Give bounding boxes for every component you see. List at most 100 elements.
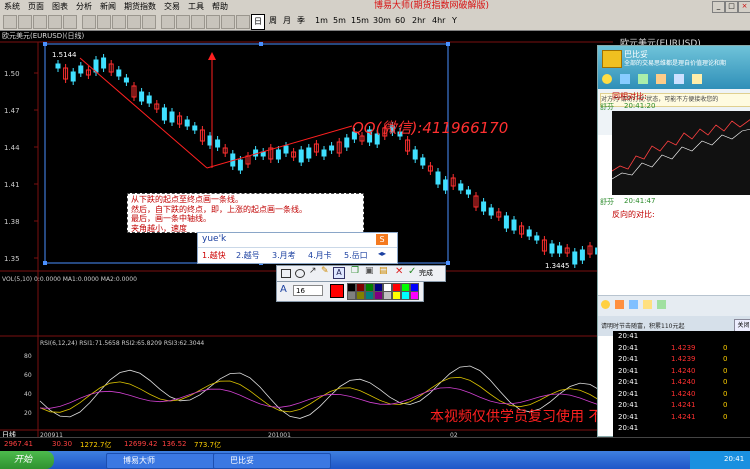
chat-time: 20:41:47	[624, 197, 656, 205]
tick-row: 20:41	[613, 423, 750, 434]
candle-body	[321, 149, 327, 157]
candle-body	[306, 147, 312, 159]
ime-candidate[interactable]: 1.越快	[202, 250, 226, 261]
tick-row: 20:41 1.4239 0	[613, 354, 750, 365]
rectangle-tool-icon[interactable]	[281, 269, 291, 278]
ime-candidate-window: yue'k S 1.越快 2.越号 3.月考 4.月卡 5.岳口 ◂▸	[197, 232, 398, 264]
ime-candidate[interactable]: 5.岳口	[344, 250, 368, 261]
chat-message-text: 同相对比:	[612, 92, 647, 101]
font-icon: A	[280, 284, 287, 295]
shared-chart-image[interactable]	[612, 111, 750, 195]
candle-body	[55, 63, 61, 69]
y-tick-label: 1.50	[4, 70, 20, 78]
chat-time: 20:41:20	[624, 102, 656, 110]
color-swatch[interactable]	[410, 291, 419, 300]
ellipse-tool-icon[interactable]	[295, 269, 305, 278]
current-color-swatch[interactable]	[330, 284, 344, 298]
rsi3-line	[39, 387, 611, 409]
tick-cell: 20:41	[618, 378, 639, 386]
paste-icon[interactable]: ▣	[365, 266, 374, 276]
candle-body	[283, 145, 289, 154]
color-swatch[interactable]	[347, 291, 356, 300]
task-button[interactable]: 博易大师	[106, 453, 224, 469]
status-change: 30.30	[52, 440, 73, 448]
color-swatch[interactable]	[392, 291, 401, 300]
status-turnover: 1272.7亿	[80, 441, 112, 449]
tick-row: 20:41 1.4241 0	[613, 412, 750, 423]
y-tick-label: 1.44	[4, 144, 20, 152]
file-icon[interactable]	[638, 74, 648, 84]
tick-cell: 0	[723, 355, 728, 363]
color-swatch[interactable]	[374, 291, 383, 300]
done-button[interactable]: 完成	[419, 268, 433, 278]
tick-table: 20:41 20:41 1.4239 0 20:41 1.4239 0 20:41 1.4240…	[613, 331, 750, 437]
color-palette	[347, 283, 421, 300]
voice-icon[interactable]	[620, 74, 630, 84]
ime-candidate[interactable]: 2.越号	[236, 250, 260, 261]
music-icon[interactable]	[657, 300, 666, 309]
tick-row: 20:41 1.4240 0	[613, 377, 750, 388]
screenshot-icon[interactable]	[643, 300, 652, 309]
video-icon[interactable]	[602, 74, 612, 84]
remote-icon[interactable]	[656, 74, 666, 84]
chat-header: 巴比妥 全部的交易思维都是理自价值理论和期	[598, 46, 750, 89]
volume-indicator-label: VOL(5,10) 0:0.0000 MA1:0.0000 MA2:0.0000	[2, 276, 137, 283]
sogou-logo-icon: S	[376, 234, 388, 245]
copy-icon[interactable]: ❐	[351, 266, 359, 276]
save-icon[interactable]: ▤	[379, 266, 388, 276]
chat-subtitle: 全部的交易思维都是理自价值理论和期	[624, 60, 727, 67]
status-turnover: 773.7亿	[194, 441, 222, 449]
color-swatch[interactable]	[365, 291, 374, 300]
color-swatch[interactable]	[401, 291, 410, 300]
candle-body	[465, 189, 471, 195]
qq-watermark: QQ(微信):411966170	[352, 119, 508, 137]
candle-body	[237, 159, 243, 171]
chat-input-hint[interactable]: 请明时节击随富，积累110元起	[601, 321, 684, 330]
tick-cell: 20:41	[618, 343, 639, 352]
candle-body	[557, 245, 563, 254]
image-icon[interactable]	[629, 300, 638, 309]
rsi-tick-label: 60	[24, 372, 32, 379]
tick-cell: 1.4241	[671, 401, 696, 409]
text-tool-icon[interactable]: A	[333, 267, 345, 279]
candle-body	[481, 201, 487, 212]
ime-candidate[interactable]: 3.月考	[272, 250, 296, 261]
candle-body	[511, 219, 517, 231]
candle-body	[458, 183, 464, 191]
rsi-tick-label: 40	[24, 391, 32, 398]
candle-body	[488, 207, 494, 216]
tick-cell: 1.4240	[671, 366, 696, 375]
candle-body	[215, 139, 221, 148]
candle-body	[412, 149, 418, 160]
candle-body	[123, 77, 129, 83]
candle-body	[298, 149, 304, 163]
status-index: 2967.41	[4, 440, 33, 448]
tick-cell: 20:41	[618, 401, 639, 409]
candle-body	[503, 215, 509, 229]
candle-body	[192, 125, 198, 131]
color-swatch[interactable]	[383, 291, 392, 300]
cancel-icon[interactable]: ✕	[395, 266, 403, 277]
tick-cell: 20:41	[618, 366, 639, 375]
chat-sender: 舒芬	[600, 198, 614, 206]
group-icon[interactable]	[692, 74, 702, 84]
arrow-tool-icon[interactable]: ↗	[309, 266, 317, 276]
tick-row: 20:41 1.4239 0	[613, 343, 750, 354]
ime-candidate[interactable]: 4.月卡	[308, 250, 332, 261]
annotation-line: 然后，自下跌的终点，即，上涨的起点画一条线。	[131, 204, 307, 214]
arrow-head	[208, 52, 216, 60]
font-icon[interactable]	[615, 300, 624, 309]
pen-tool-icon[interactable]: ✎	[321, 266, 329, 276]
status-bar: 2967.41 30.30 1272.7亿 12699.42 136.52 77…	[0, 437, 750, 452]
ime-next-page-icon[interactable]: ◂▸	[378, 249, 386, 258]
emoji-icon[interactable]	[601, 300, 610, 309]
candle-body	[169, 111, 175, 123]
candle-body	[101, 57, 107, 69]
start-button[interactable]: 开始	[0, 451, 54, 469]
task-button[interactable]: 巴比妥	[213, 453, 331, 469]
app-icon[interactable]	[674, 74, 684, 84]
font-size-select[interactable]: 16	[293, 285, 323, 296]
annotation-textbox[interactable]: 从下跌的起点至终点画一条线。 然后，自下跌的终点，即，上涨的起点画一条线。 最后…	[127, 193, 364, 233]
color-swatch[interactable]	[356, 291, 365, 300]
rsi-tick-label: 80	[24, 353, 32, 360]
